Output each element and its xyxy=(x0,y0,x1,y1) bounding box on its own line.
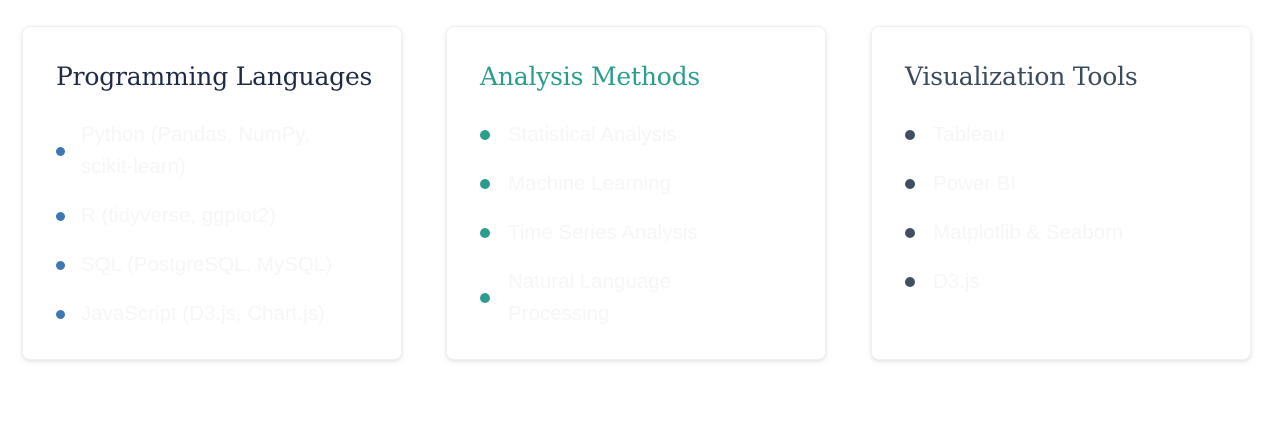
list-item-label: D3.js xyxy=(933,270,980,293)
bullet-dot-icon xyxy=(480,179,490,189)
skills-list: Statistical Analysis Machine Learning Ti… xyxy=(480,119,780,347)
list-item: Tableau xyxy=(905,119,1205,151)
list-item-label: Time Series Analysis xyxy=(508,221,698,244)
card-title: Analysis Methods xyxy=(480,62,701,91)
list-item-label: R (tidyverse, ggplot2) xyxy=(81,204,276,227)
list-item: JavaScript (D3.js, Chart.js) xyxy=(56,298,356,330)
skills-list: Python (Pandas, NumPy, scikit-learn) R (… xyxy=(56,119,356,347)
card-analysis-methods: Analysis Methods Statistical Analysis Ma… xyxy=(446,26,826,360)
list-item-label: SQL (PostgreSQL, MySQL) xyxy=(81,253,333,276)
bullet-dot-icon xyxy=(905,228,915,238)
list-item-label: Matplotlib & Seaborn xyxy=(933,221,1124,244)
list-item: Statistical Analysis xyxy=(480,119,780,151)
list-item: Machine Learning xyxy=(480,168,780,200)
list-item-label: Natural Language Processing xyxy=(508,270,671,325)
skills-cards: Programming Languages Python (Pandas, Nu… xyxy=(0,0,1266,441)
list-item-label: Machine Learning xyxy=(508,172,671,195)
list-item-label: Python (Pandas, NumPy, scikit-learn) xyxy=(81,123,310,178)
bullet-dot-icon xyxy=(480,228,490,238)
list-item: Natural Language Processing xyxy=(480,266,780,330)
list-item: Python (Pandas, NumPy, scikit-learn) xyxy=(56,119,356,183)
bullet-dot-icon xyxy=(905,130,915,140)
list-item: D3.js xyxy=(905,266,1205,298)
list-item-label: JavaScript (D3.js, Chart.js) xyxy=(81,302,325,325)
list-item-label: Power BI xyxy=(933,172,1017,195)
list-item: Matplotlib & Seaborn xyxy=(905,217,1205,249)
card-title: Visualization Tools xyxy=(905,62,1138,91)
card-title: Programming Languages xyxy=(56,62,373,91)
card-visualization-tools: Visualization Tools Tableau Power BI Mat… xyxy=(871,26,1251,360)
bullet-dot-icon xyxy=(480,293,490,303)
list-item-label: Tableau xyxy=(933,123,1005,146)
list-item: R (tidyverse, ggplot2) xyxy=(56,200,356,232)
bullet-dot-icon xyxy=(56,309,65,319)
bullet-dot-icon xyxy=(905,179,915,189)
list-item: SQL (PostgreSQL, MySQL) xyxy=(56,249,356,281)
bullet-dot-icon xyxy=(56,260,65,270)
skills-list: Tableau Power BI Matplotlib & Seaborn D3… xyxy=(905,119,1205,315)
card-programming-languages: Programming Languages Python (Pandas, Nu… xyxy=(22,26,402,360)
bullet-dot-icon xyxy=(905,277,915,287)
list-item: Power BI xyxy=(905,168,1205,200)
bullet-dot-icon xyxy=(56,146,65,156)
bullet-dot-icon xyxy=(480,130,490,140)
list-item: Time Series Analysis xyxy=(480,217,780,249)
list-item-label: Statistical Analysis xyxy=(508,123,677,146)
bullet-dot-icon xyxy=(56,211,65,221)
